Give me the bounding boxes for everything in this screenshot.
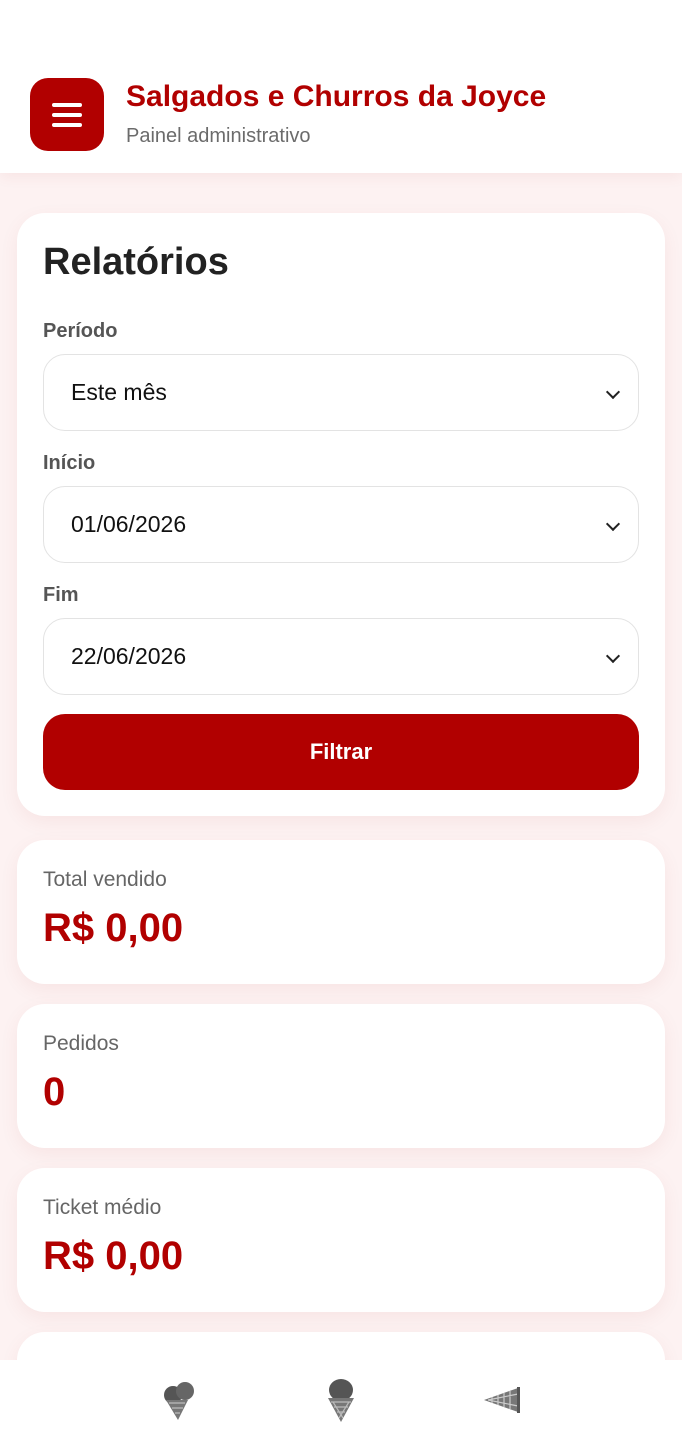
report-filter-card: Relatórios Período Este mês Início 01/06… <box>17 213 665 816</box>
total-sold-card: Total vendido R$ 0,00 <box>17 840 665 984</box>
total-sold-label: Total vendido <box>43 868 167 891</box>
chevron-down-icon <box>605 516 621 532</box>
nav-item-double-ice-cream[interactable] <box>150 1370 210 1430</box>
nav-item-ice-cream-cone[interactable] <box>311 1370 371 1430</box>
period-label: Período <box>43 320 118 342</box>
start-date-label: Início <box>43 452 96 474</box>
total-sold-value: R$ 0,00 <box>43 906 184 950</box>
start-date-value: 01/06/2026 <box>71 511 187 537</box>
app-subtitle: Painel administrativo <box>126 125 311 147</box>
cone-icon <box>483 1387 520 1413</box>
nav-item-cone[interactable] <box>472 1370 532 1430</box>
chevron-down-icon <box>605 384 621 400</box>
ice-cream-double-icon <box>164 1382 195 1420</box>
menu-button[interactable] <box>30 78 104 151</box>
end-date-value: 22/06/2026 <box>71 643 187 669</box>
end-date-select[interactable]: 22/06/2026 <box>43 618 639 695</box>
page-title: Relatórios <box>43 241 229 283</box>
end-date-label: Fim <box>43 584 79 606</box>
period-select[interactable]: Este mês <box>43 354 639 431</box>
ice-cream-cone-icon <box>327 1379 354 1422</box>
average-ticket-card: Ticket médio R$ 0,00 <box>17 1168 665 1312</box>
app-title: Salgados e Churros da Joyce <box>126 80 547 113</box>
app-header: Salgados e Churros da Joyce Painel admin… <box>0 0 682 173</box>
chevron-down-icon <box>605 648 621 664</box>
average-ticket-label: Ticket médio <box>43 1196 162 1219</box>
period-select-value: Este mês <box>71 379 167 405</box>
bottom-nav <box>0 1360 682 1440</box>
filter-button[interactable]: Filtrar <box>43 714 639 790</box>
orders-value: 0 <box>43 1070 66 1114</box>
average-ticket-value: R$ 0,00 <box>43 1234 184 1278</box>
orders-label: Pedidos <box>43 1032 119 1055</box>
orders-card: Pedidos 0 <box>17 1004 665 1148</box>
reports-page: Salgados e Churros da Joyce Painel admin… <box>0 0 682 1440</box>
start-date-select[interactable]: 01/06/2026 <box>43 486 639 563</box>
hamburger-menu-icon <box>52 102 82 127</box>
